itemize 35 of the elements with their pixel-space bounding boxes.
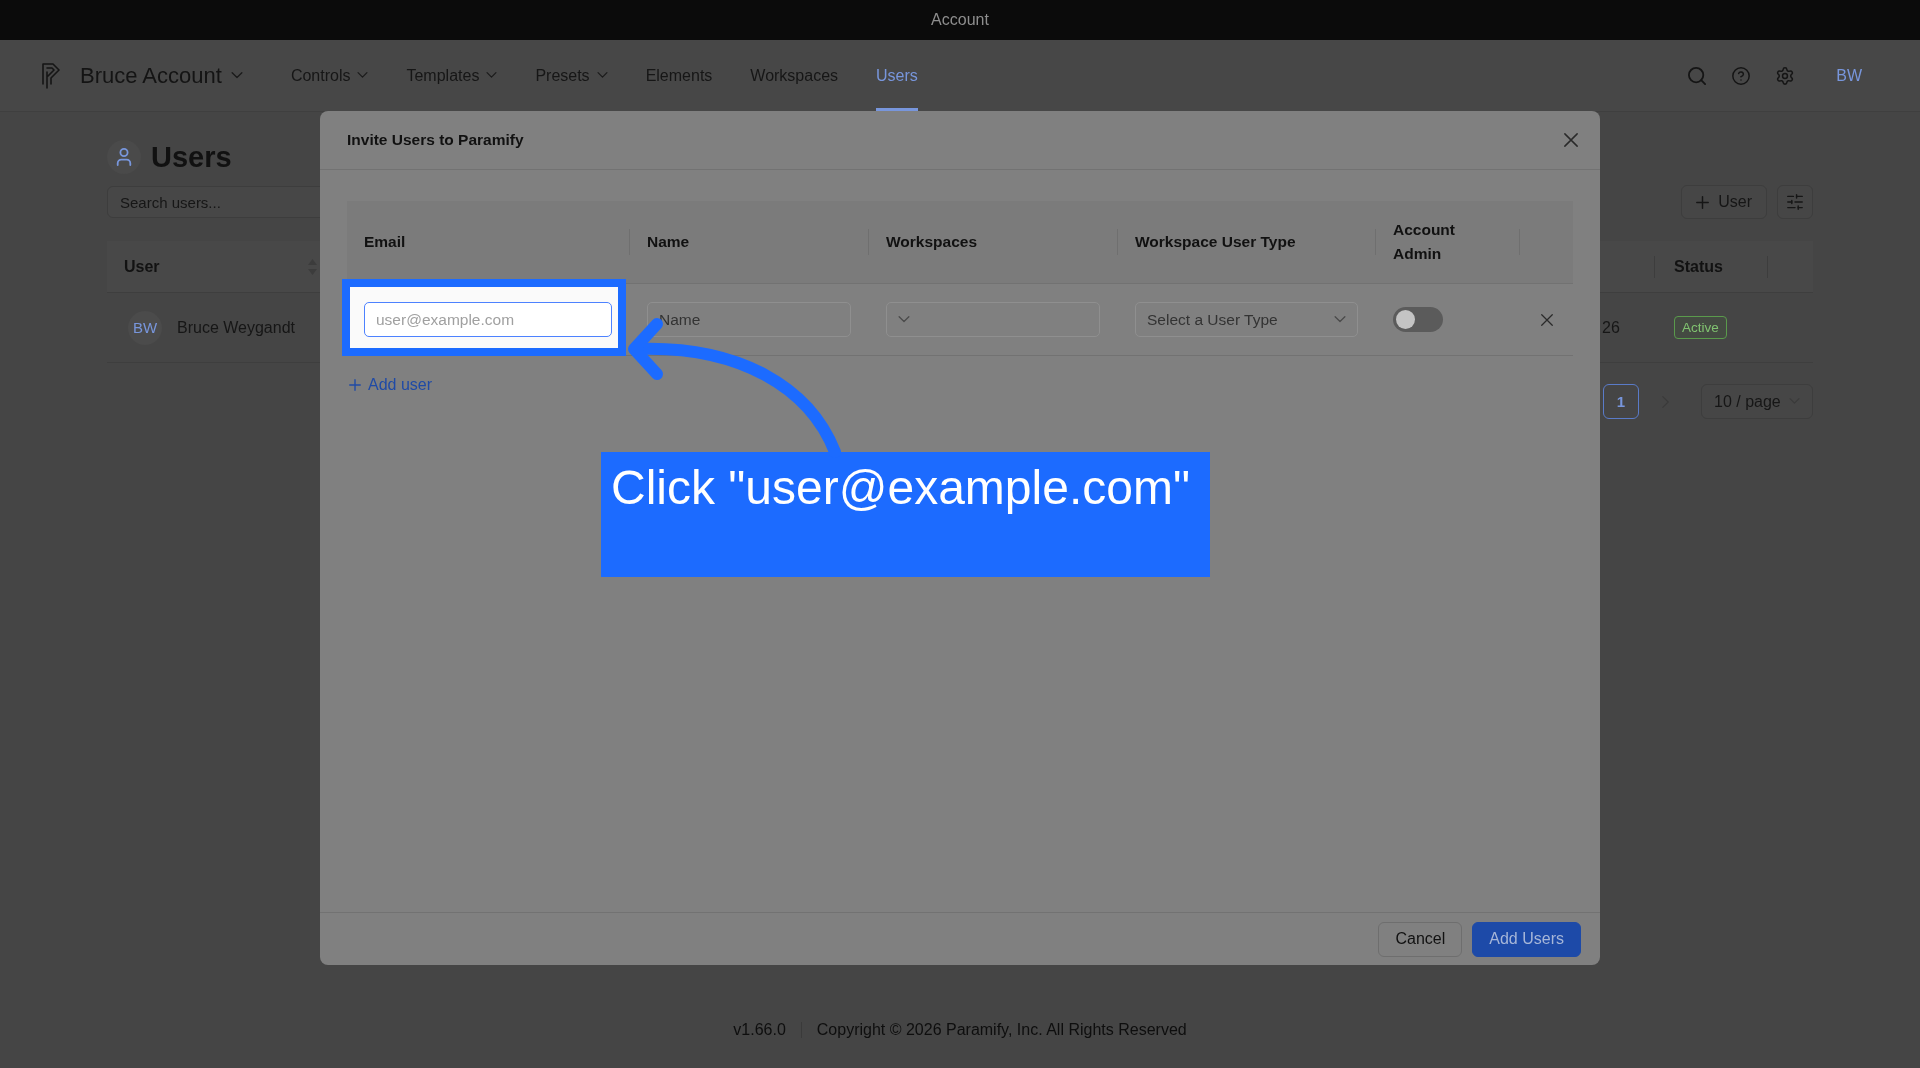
add-user-link[interactable]: Add user <box>349 376 433 394</box>
cancel-button[interactable]: Cancel <box>1378 921 1463 957</box>
help-icon[interactable] <box>1732 66 1751 85</box>
chevron-down-icon <box>898 315 910 324</box>
chevron-down-icon <box>230 71 243 80</box>
user-avatar: BW <box>128 310 162 345</box>
column-header: Workspace User Type <box>1135 232 1296 252</box>
column-header: Account Admin <box>1393 220 1456 264</box>
account-admin-toggle[interactable] <box>1393 307 1443 332</box>
sliders-icon <box>1787 194 1803 210</box>
user-type-select[interactable]: Select a User Type <box>1135 302 1358 337</box>
email-field[interactable]: user@example.com <box>364 302 612 337</box>
status-tag: Active <box>1674 316 1727 339</box>
column-header: Email <box>364 232 406 252</box>
instruction-callout: Click "user@example.com" <box>601 452 1210 577</box>
workspaces-select[interactable] <box>886 302 1100 337</box>
search-icon[interactable] <box>1688 66 1707 85</box>
plus-icon <box>349 379 361 391</box>
nav-tab[interactable]: Users <box>876 40 918 111</box>
column-header: Workspaces <box>886 232 978 252</box>
add-users-button[interactable]: Add Users <box>1472 921 1581 957</box>
logo-icon[interactable] <box>42 62 60 89</box>
filter-button[interactable] <box>1777 185 1813 219</box>
column-header: Name <box>647 232 690 252</box>
plus-icon <box>1696 195 1710 209</box>
copyright-text: Copyright © 2026 Paramify, Inc. All Rights Reserved <box>816 1021 1187 1039</box>
version-label: v1.66.0 <box>733 1021 786 1039</box>
chevron-down-icon <box>1334 315 1346 324</box>
user-icon <box>107 140 141 174</box>
page-button[interactable]: 1 <box>1603 384 1639 419</box>
x-icon[interactable] <box>1540 313 1553 326</box>
dialog-title: Invite Users to Paramify <box>347 131 524 149</box>
close-icon[interactable] <box>1564 133 1578 147</box>
window-title: Account <box>931 11 989 29</box>
settings-icon[interactable] <box>1776 66 1795 85</box>
